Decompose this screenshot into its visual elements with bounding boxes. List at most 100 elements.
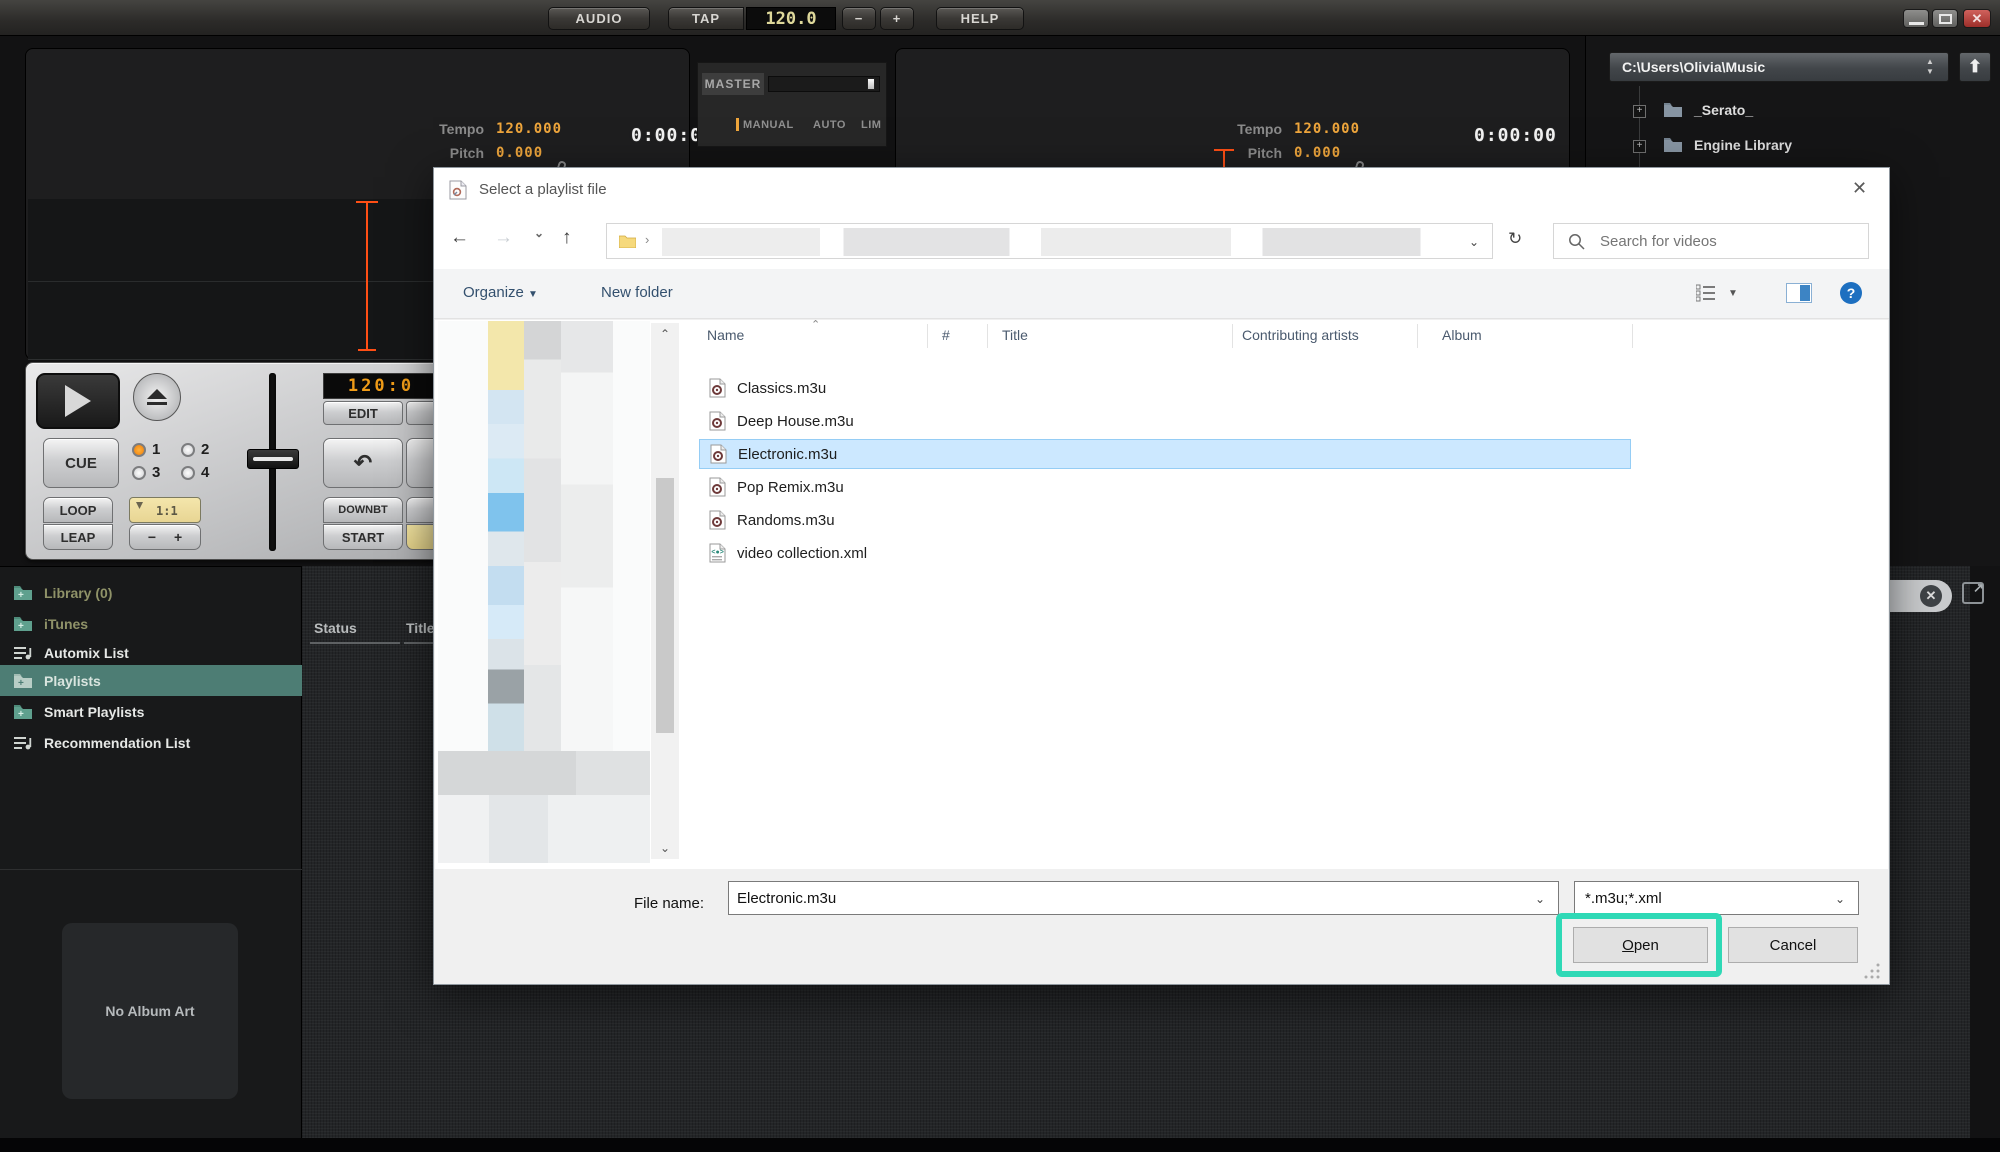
- undo-button[interactable]: ↶: [323, 438, 403, 488]
- cancel-button[interactable]: Cancel: [1728, 927, 1858, 963]
- sort-asc-icon: ⌃: [811, 318, 820, 331]
- cue-button[interactable]: CUE: [43, 438, 119, 488]
- file-row-selected[interactable]: Electronic.m3u: [699, 439, 1631, 469]
- expand-icon[interactable]: +: [1633, 140, 1646, 153]
- browser-up-icon[interactable]: ⬆: [1959, 52, 1991, 82]
- dialog-titlebar[interactable]: Select a playlist file ✕: [434, 168, 1889, 213]
- help-button[interactable]: HELP: [936, 7, 1024, 30]
- browser-path-select[interactable]: C:\Users\Olivia\Music ▲▼: [1609, 52, 1949, 82]
- search-input[interactable]: [1598, 228, 1858, 254]
- external-link-icon[interactable]: ↗: [1962, 582, 1984, 604]
- minimize-icon[interactable]: [1903, 9, 1929, 28]
- eject-button[interactable]: [133, 373, 181, 421]
- history-chevron-icon[interactable]: ⌄: [534, 226, 544, 240]
- scrollbar-thumb[interactable]: [656, 478, 674, 733]
- beat-adjust-buttons[interactable]: − +: [129, 524, 201, 550]
- address-bar[interactable]: › ⌄: [606, 223, 1493, 259]
- beat-minus-button[interactable]: −: [148, 529, 156, 545]
- spinner-arrows-icon[interactable]: ▲▼: [1926, 57, 1934, 77]
- master-limit-label[interactable]: LIM: [861, 119, 881, 131]
- column-contributing[interactable]: Contributing artists: [1242, 327, 1359, 343]
- open-button-annotation: [1556, 913, 1722, 977]
- file-row[interactable]: Randoms.m3u: [699, 505, 1631, 535]
- column-number[interactable]: #: [942, 327, 950, 343]
- file-name: Pop Remix.m3u: [737, 479, 844, 496]
- deck-bpm-led: 120:0: [323, 373, 439, 399]
- eject-icon: [146, 389, 168, 405]
- back-icon[interactable]: ←: [450, 227, 469, 249]
- file-type-filter[interactable]: *.m3u;*.xml ⌄: [1574, 881, 1859, 915]
- file-row[interactable]: Classics.m3u: [699, 373, 1631, 403]
- maximize-icon[interactable]: [1932, 9, 1958, 28]
- address-dropdown-icon[interactable]: ⌄: [1469, 235, 1479, 249]
- sidebar-item-itunes[interactable]: + iTunes: [14, 612, 294, 636]
- help-button-label: HELP: [961, 11, 1000, 26]
- combo-chevron-icon[interactable]: ⌄: [1535, 892, 1545, 906]
- sidebar-item-smart-playlists[interactable]: + Smart Playlists: [14, 700, 294, 724]
- master-volume-slider[interactable]: [768, 76, 880, 92]
- loop-button[interactable]: LOOP: [43, 497, 113, 523]
- organize-menu[interactable]: Organize ▼: [463, 284, 538, 301]
- library-column-status[interactable]: Status: [314, 620, 357, 636]
- scroll-up-icon[interactable]: ⌃: [651, 323, 679, 345]
- edit-button[interactable]: EDIT: [323, 401, 403, 425]
- dialog-search-box[interactable]: [1553, 223, 1869, 259]
- help-icon[interactable]: ?: [1840, 282, 1862, 304]
- folder-plus-icon: +: [14, 586, 32, 600]
- hotcue-4-radio[interactable]: [181, 466, 195, 480]
- master-auto-label[interactable]: AUTO: [813, 119, 846, 131]
- close-app-icon[interactable]: ✕: [1963, 9, 1991, 28]
- master-volume-handle[interactable]: [867, 78, 875, 90]
- file-name: video collection.xml: [737, 545, 867, 562]
- pitch-fader-handle[interactable]: [247, 449, 299, 469]
- play-button[interactable]: [36, 373, 120, 429]
- file-row[interactable]: Deep House.m3u: [699, 406, 1631, 436]
- file-name-input[interactable]: [729, 882, 1574, 914]
- view-chevron-icon[interactable]: ▼: [1728, 288, 1738, 299]
- expand-icon[interactable]: +: [1633, 105, 1646, 118]
- up-icon[interactable]: ↑: [562, 227, 572, 249]
- column-album[interactable]: Album: [1442, 327, 1482, 343]
- file-row[interactable]: <●> video collection.xml: [699, 538, 1631, 568]
- clear-search-icon[interactable]: ✕: [1920, 585, 1942, 607]
- audio-button[interactable]: AUDIO: [548, 7, 650, 30]
- hotcue-3-radio[interactable]: [132, 466, 146, 480]
- master-manual-label[interactable]: MANUAL: [743, 119, 794, 131]
- start-button[interactable]: START: [323, 524, 403, 550]
- sidebar-item-library[interactable]: + Library (0): [14, 581, 294, 605]
- column-title[interactable]: Title: [1002, 327, 1028, 343]
- bpm-display: 120.0: [746, 7, 836, 30]
- tree-item-engine-library[interactable]: + Engine Library: [1586, 129, 2000, 161]
- tree-item-serato[interactable]: + _Serato_: [1586, 94, 2000, 126]
- hotcue-3-label: 3: [152, 464, 160, 481]
- preview-pane-icon[interactable]: [1786, 283, 1812, 308]
- hotcue-1-label: 1: [152, 441, 160, 458]
- sidebar-item-recommendation[interactable]: Recommendation List: [14, 731, 294, 755]
- file-name-combo[interactable]: ⌄: [728, 881, 1559, 915]
- hotcue-1-radio[interactable]: [132, 443, 146, 457]
- column-name[interactable]: Name: [707, 327, 744, 343]
- sidebar-item-playlists[interactable]: + Playlists: [14, 669, 294, 693]
- file-row[interactable]: Pop Remix.m3u: [699, 472, 1631, 502]
- resize-grip[interactable]: [1862, 961, 1882, 981]
- nav-pane-scrollbar[interactable]: ⌃ ⌄: [651, 323, 679, 859]
- view-options-icon[interactable]: [1696, 284, 1720, 307]
- file-name: Randoms.m3u: [737, 512, 835, 529]
- file-name: Classics.m3u: [737, 380, 826, 397]
- refresh-icon[interactable]: ↻: [1508, 229, 1522, 249]
- deck-left-playhead: [366, 201, 368, 351]
- hotcue-2-radio[interactable]: [181, 443, 195, 457]
- tap-button[interactable]: TAP: [668, 7, 744, 30]
- dialog-close-icon[interactable]: ✕: [1852, 178, 1867, 199]
- library-column-title[interactable]: Title: [406, 620, 435, 636]
- bpm-increase-button[interactable]: +: [880, 7, 914, 30]
- bpm-decrease-button[interactable]: −: [842, 7, 876, 30]
- dialog-title: Select a playlist file: [479, 181, 607, 198]
- dialog-nav-pane-redacted[interactable]: [438, 321, 650, 863]
- beat-plus-button[interactable]: +: [174, 529, 182, 545]
- leap-button[interactable]: LEAP: [43, 524, 113, 550]
- downbeat-button[interactable]: DOWNBT: [323, 497, 403, 523]
- sidebar-item-automix[interactable]: Automix List: [14, 641, 294, 665]
- scroll-down-icon[interactable]: ⌄: [651, 837, 679, 859]
- new-folder-button[interactable]: New folder: [601, 284, 673, 301]
